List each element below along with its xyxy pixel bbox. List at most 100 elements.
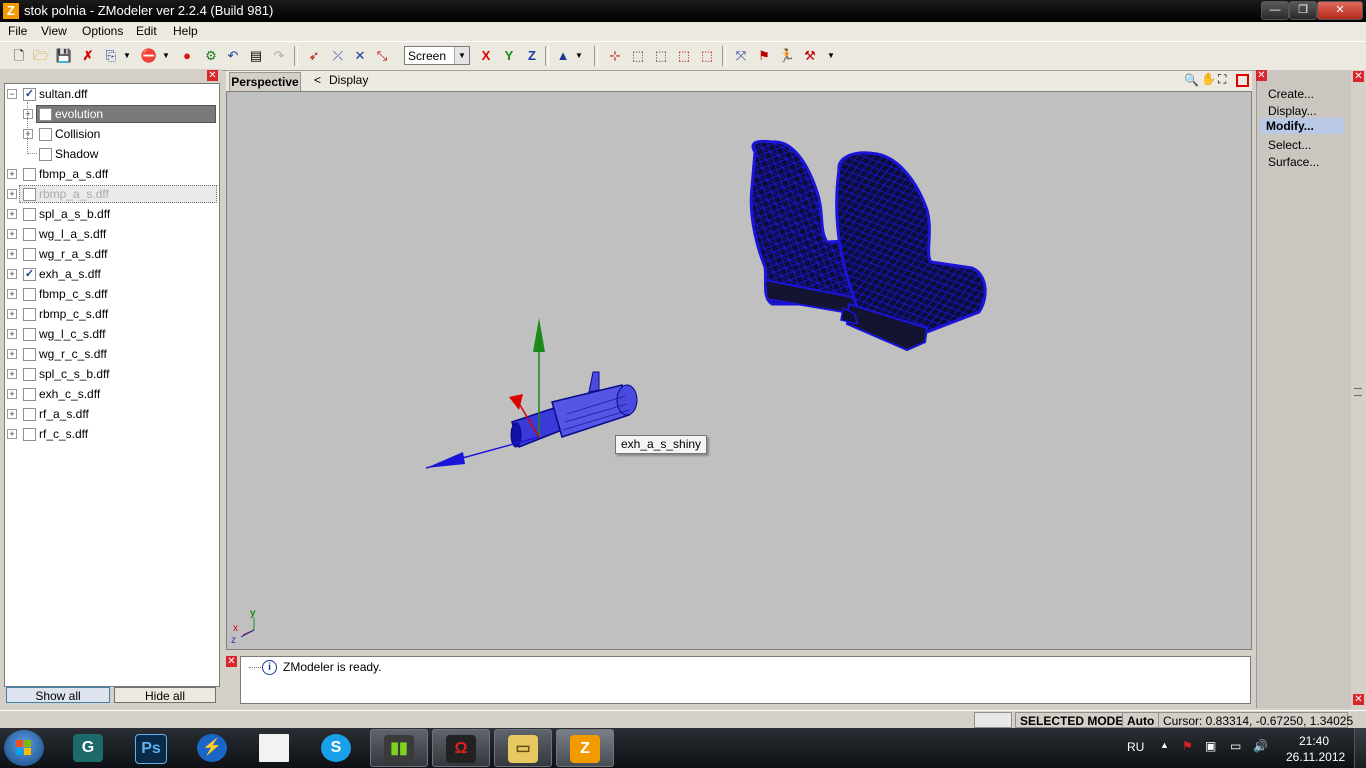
- expand-icon[interactable]: +: [7, 269, 17, 279]
- import-dropdown-icon[interactable]: ▼: [118, 47, 136, 65]
- visibility-checkbox[interactable]: [23, 168, 36, 181]
- taskbar-photoshop[interactable]: Ps: [122, 729, 180, 767]
- show-desktop-button[interactable]: [1354, 728, 1366, 768]
- visibility-checkbox[interactable]: ✓: [23, 88, 36, 101]
- menu-help[interactable]: Help: [173, 24, 198, 38]
- dummy-tool-icon[interactable]: ⤧: [732, 47, 750, 65]
- tab-perspective[interactable]: Perspective: [229, 72, 301, 91]
- show-all-button[interactable]: Show all: [6, 687, 110, 703]
- expand-icon[interactable]: +: [7, 189, 17, 199]
- axis-x-toggle[interactable]: X: [477, 47, 495, 65]
- command-surface[interactable]: Surface...: [1268, 155, 1319, 169]
- coordinate-space-select[interactable]: Screen ▼: [404, 46, 470, 65]
- menu-options[interactable]: Options: [82, 24, 123, 38]
- start-orb-icon[interactable]: [4, 730, 44, 766]
- taskbar-app-red[interactable]: Ω: [432, 729, 490, 767]
- expand-icon[interactable]: +: [7, 229, 17, 239]
- animation-tool-icon[interactable]: ⚒: [801, 47, 819, 65]
- 3d-viewport[interactable]: y x z exh_a_s_shiny: [226, 91, 1252, 650]
- minimize-button[interactable]: —: [1261, 1, 1289, 20]
- expand-icon[interactable]: +: [23, 129, 33, 139]
- tree-item[interactable]: − ✓ sultan.dff: [5, 84, 219, 104]
- close-icon[interactable]: ✕: [1353, 694, 1364, 705]
- undo-icon[interactable]: ↶: [224, 47, 242, 65]
- visibility-checkbox[interactable]: [23, 228, 36, 241]
- visibility-checkbox[interactable]: ✓: [23, 268, 36, 281]
- tree-item[interactable]: + wg_r_c_s.dff: [5, 344, 219, 364]
- tree-item[interactable]: + rbmp_c_s.dff: [5, 304, 219, 324]
- taskbar-zmodeler[interactable]: Z: [556, 729, 614, 767]
- visibility-checkbox[interactable]: [23, 288, 36, 301]
- taskbar-document[interactable]: [246, 729, 304, 767]
- command-select[interactable]: Select...: [1268, 138, 1311, 152]
- tree-item[interactable]: + Collision: [5, 124, 219, 144]
- move-tool-icon[interactable]: ⤫: [329, 47, 347, 65]
- transform-gizmo[interactable]: [425, 318, 545, 469]
- taskbar-app-bars[interactable]: ▮▮: [370, 729, 428, 767]
- breadcrumb-back[interactable]: <: [314, 73, 321, 87]
- open-folder-icon[interactable]: 🗁: [32, 47, 50, 65]
- tree-item[interactable]: Shadow: [5, 144, 219, 164]
- flag-icon[interactable]: ⚑: [1182, 739, 1193, 753]
- object-mode-icon[interactable]: ⬚: [675, 47, 693, 65]
- tree-item[interactable]: + ✓ exh_a_s.dff: [5, 264, 219, 284]
- menu-file[interactable]: File: [8, 24, 27, 38]
- expand-icon[interactable]: +: [7, 309, 17, 319]
- axis-y-toggle[interactable]: Y: [500, 47, 518, 65]
- bone-tool-icon[interactable]: ⚑: [755, 47, 773, 65]
- command-modify[interactable]: Modify...: [1260, 118, 1344, 134]
- expand-icon[interactable]: +: [7, 329, 17, 339]
- monitor-icon[interactable]: ▭: [1230, 739, 1241, 753]
- close-icon[interactable]: ✕: [1353, 71, 1364, 82]
- visibility-checkbox[interactable]: [23, 208, 36, 221]
- visibility-checkbox[interactable]: [23, 348, 36, 361]
- command-create[interactable]: Create...: [1268, 87, 1314, 101]
- tray-expand-icon[interactable]: ▲: [1160, 740, 1169, 750]
- tree-item[interactable]: + spl_c_s_b.dff: [5, 364, 219, 384]
- visibility-checkbox[interactable]: [23, 248, 36, 261]
- maximize-viewport-icon[interactable]: [1236, 74, 1249, 87]
- collapse-icon[interactable]: −: [7, 89, 17, 99]
- taskbar-app-g[interactable]: G: [60, 729, 118, 767]
- scroll-grip-icon[interactable]: [1354, 388, 1362, 396]
- taskbar-speed-app[interactable]: ⚡: [184, 729, 242, 767]
- rotate-tool-icon[interactable]: ✕: [351, 47, 369, 65]
- tree-item[interactable]: + rf_c_s.dff: [5, 424, 219, 444]
- tree-item[interactable]: + rf_a_s.dff: [5, 404, 219, 424]
- axis-z-toggle[interactable]: Z: [523, 47, 541, 65]
- close-icon[interactable]: ✕: [207, 70, 218, 81]
- visibility-checkbox[interactable]: [23, 308, 36, 321]
- close-button[interactable]: ✕: [1317, 1, 1363, 20]
- scale-tool-icon[interactable]: ⤡: [373, 47, 391, 65]
- expand-icon[interactable]: +: [7, 389, 17, 399]
- visibility-checkbox[interactable]: [39, 148, 52, 161]
- expand-icon[interactable]: +: [7, 369, 17, 379]
- new-file-icon[interactable]: 🗋: [10, 47, 28, 65]
- volume-icon[interactable]: 🔊: [1253, 739, 1268, 753]
- delete-icon[interactable]: ✗: [79, 47, 97, 65]
- record-icon[interactable]: ●: [178, 47, 196, 65]
- visibility-checkbox[interactable]: [23, 428, 36, 441]
- clock-date[interactable]: 26.11.2012: [1286, 750, 1345, 764]
- language-indicator[interactable]: RU: [1127, 740, 1144, 754]
- character-tool-icon[interactable]: 🏃: [778, 47, 796, 65]
- tree-item[interactable]: + wg_r_a_s.dff: [5, 244, 219, 264]
- visibility-checkbox[interactable]: [39, 108, 52, 121]
- visibility-checkbox[interactable]: [23, 388, 36, 401]
- expand-icon[interactable]: +: [7, 209, 17, 219]
- expand-icon[interactable]: +: [7, 349, 17, 359]
- tree-item[interactable]: + spl_a_s_b.dff: [5, 204, 219, 224]
- expand-icon[interactable]: +: [7, 249, 17, 259]
- object-tree[interactable]: − ✓ sultan.dff + evolution + Collision Shadow + f…: [4, 83, 220, 687]
- face-mode-icon[interactable]: ⬚: [652, 47, 670, 65]
- tree-item[interactable]: + fbmp_a_s.dff: [5, 164, 219, 184]
- seat-model-front[interactable]: [835, 151, 987, 352]
- chevron-down-icon[interactable]: ▼: [454, 47, 469, 64]
- tree-item[interactable]: + fbmp_c_s.dff: [5, 284, 219, 304]
- expand-icon[interactable]: +: [7, 169, 17, 179]
- element-mode-icon[interactable]: ⬚: [698, 47, 716, 65]
- export-icon[interactable]: ⛔: [140, 47, 158, 65]
- animation-dropdown-icon[interactable]: ▼: [822, 47, 840, 65]
- export-dropdown-icon[interactable]: ▼: [157, 47, 175, 65]
- taskbar-explorer[interactable]: ▭: [494, 729, 552, 767]
